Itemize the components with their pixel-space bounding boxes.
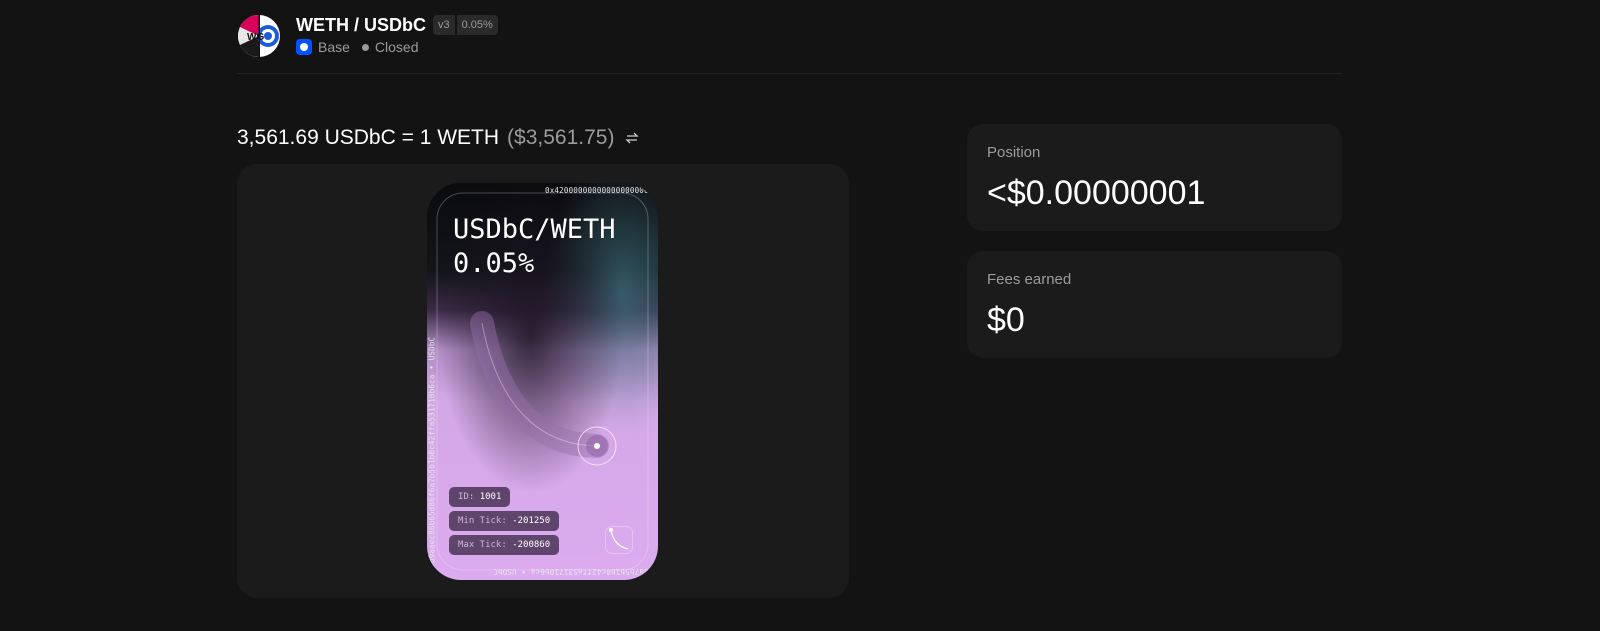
status-dot-icon	[361, 43, 369, 51]
nft-id-key: ID:	[458, 492, 475, 502]
nft-min-tick-tag: Min Tick: -201250	[449, 511, 560, 531]
position-value: <$0.00000001	[987, 174, 1206, 212]
fees-value: $0	[987, 301, 1025, 339]
max-tick-key: Max Tick:	[458, 540, 507, 550]
version-badge: v3	[433, 15, 455, 35]
price-usd: ($3,561.75)	[507, 126, 615, 149]
svg-text:WG: WG	[247, 32, 264, 43]
price-display: 3,561.69 USDbC = 1 WETH ($3,561.75)	[237, 126, 640, 150]
nft-id-tag: ID: 1001	[449, 487, 511, 507]
pool-header: WG WETH / USDbC v3 0.05% Base Closed	[237, 12, 1342, 74]
fee-tier-badge: 0.05%	[456, 15, 498, 35]
base-chain-icon	[296, 39, 312, 55]
price-rate: 3,561.69 USDbC = 1 WETH	[237, 126, 500, 149]
min-tick-key: Min Tick:	[458, 516, 507, 526]
fees-earned-card: Fees earned $0	[967, 251, 1342, 358]
nft-edge-text-top: 0x42000000000000000000000000000000000000…	[545, 186, 658, 195]
max-tick-value: -200860	[512, 540, 551, 550]
nft-max-tick-tag: Max Tick: -200860	[449, 535, 560, 555]
fees-label: Fees earned	[987, 271, 1072, 288]
position-nft-card[interactable]: USDbC/WETH 0.05% 0x420000000000000000000…	[427, 183, 658, 580]
swap-direction-icon[interactable]	[624, 130, 640, 146]
nft-edge-text-bottom: 0xd9aaec86b65d86f6a7b5b1b0c42ffa531710b6…	[493, 567, 658, 576]
min-tick-value: -201250	[512, 516, 551, 526]
position-status: Closed	[374, 39, 419, 55]
pool-pair-title: WETH / USDbC	[296, 15, 426, 35]
pool-subtitle: Base Closed	[296, 39, 419, 55]
nft-id-value: 1001	[479, 492, 502, 502]
nft-pair-title: USDbC/WETH	[453, 214, 616, 245]
pool-badges: v3 0.05%	[433, 15, 498, 35]
position-nft-panel: USDbC/WETH 0.05% 0x420000000000000000000…	[237, 164, 849, 598]
curve-preview-box	[605, 526, 633, 554]
token-pair-logo: WG	[238, 14, 280, 58]
nft-fee-tier: 0.05%	[453, 248, 535, 279]
chain-name: Base	[318, 39, 350, 55]
nft-edge-text-left: 0xd9aaec86b65d86f6a7b5b1b0c42ffa531710b6…	[427, 336, 437, 573]
position-label: Position	[987, 144, 1041, 161]
position-value-card: Position <$0.00000001	[967, 124, 1342, 231]
